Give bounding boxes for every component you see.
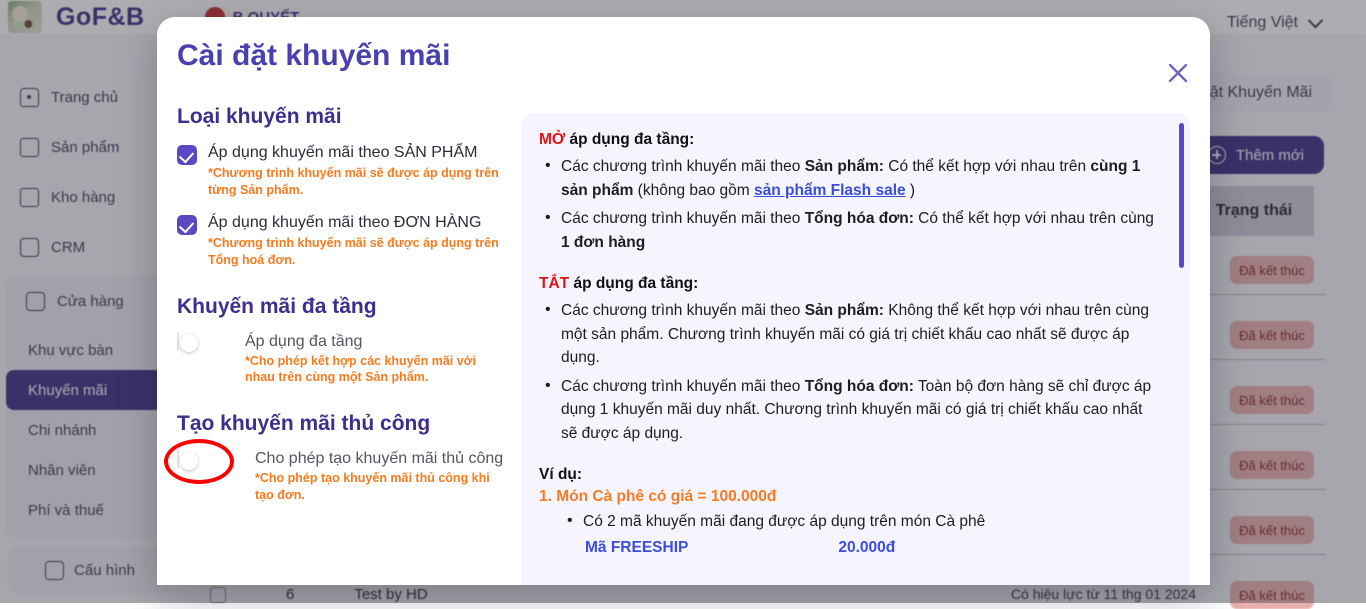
toggle-label: Cho phép tạo khuyến mãi thủ công	[255, 450, 507, 468]
info-panel-scrollbar[interactable]	[1179, 123, 1184, 268]
example-item-1: 1. Món Cà phê có giá = 100.000đ	[539, 488, 1162, 506]
info-text: )	[906, 182, 915, 199]
info-heading-on: MỞ áp dụng đa tầng:	[539, 131, 1162, 149]
settings-column: Loại khuyến mãi Áp dụng khuyến mãi theo …	[177, 105, 507, 504]
info-list-item: Các chương trình khuyến mãi theo Sản phẩ…	[543, 155, 1162, 202]
info-bold-text: Tổng hóa đơn:	[805, 210, 914, 227]
info-text: Các chương trình khuyến mãi theo	[561, 378, 805, 395]
option-label: Áp dụng khuyến mãi theo ĐƠN HÀNG	[208, 214, 481, 231]
spacer	[539, 450, 1162, 466]
info-text: Có thể kết hợp với nhau trên	[884, 158, 1090, 175]
info-heading-on-rest: áp dụng đa tầng:	[565, 131, 694, 148]
info-list-off: Các chương trình khuyến mãi theo Sản phẩ…	[543, 299, 1162, 445]
toggle-note: *Cho phép kết hợp các khuyến mãi với nha…	[245, 353, 507, 387]
checkbox-san-pham[interactable]	[177, 145, 197, 165]
example-value: 20.000đ	[838, 539, 895, 557]
toggle-cho-phep-tao-thu-cong[interactable]	[177, 449, 179, 468]
section-title-tao-khuyen-mai-thu-cong: Tạo khuyến mãi thủ công	[177, 412, 507, 436]
info-list-on: Các chương trình khuyến mãi theo Sản phẩ…	[543, 155, 1162, 254]
highlight-ring-annotation	[164, 439, 234, 484]
option-row-san-pham[interactable]: Áp dụng khuyến mãi theo SẢN PHẨM *Chương…	[177, 143, 507, 199]
info-bold-text: Sản phẩm:	[805, 302, 884, 319]
toggle-knob	[180, 334, 198, 352]
info-heading-off-keyword: TẮT	[539, 275, 569, 292]
info-list-item: Các chương trình khuyến mãi theo Sản phẩ…	[543, 299, 1162, 370]
promotion-settings-modal: Cài đặt khuyến mãi Loại khuyến mãi Áp dụ…	[157, 17, 1210, 585]
example-subitem: Có 2 mã khuyến mãi đang được áp dụng trê…	[565, 510, 1162, 534]
modal-body: Loại khuyến mãi Áp dụng khuyến mãi theo …	[157, 105, 1210, 585]
option-label: Áp dụng khuyến mãi theo SẢN PHẨM	[208, 144, 477, 161]
toggle-row-thu-cong[interactable]: Cho phép tạo khuyến mãi thủ công *Cho ph…	[177, 450, 507, 504]
example-sublist: Có 2 mã khuyến mãi đang được áp dụng trê…	[565, 510, 1162, 534]
info-text: Các chương trình khuyến mãi theo	[561, 210, 805, 227]
info-heading-off: TẮT áp dụng đa tầng:	[539, 275, 1162, 293]
modal-title: Cài đặt khuyến mãi	[177, 39, 450, 73]
toggle-label: Áp dụng đa tầng	[245, 333, 507, 351]
spacer	[539, 259, 1162, 275]
toggle-wrapper	[177, 333, 221, 351]
info-bold-text: Tổng hóa đơn:	[805, 378, 914, 395]
option-note: *Chương trình khuyến mãi sẽ được áp dụng…	[208, 165, 507, 199]
toggle-ap-dung-da-tang[interactable]	[177, 332, 179, 351]
info-panel: MỞ áp dụng đa tầng: Các chương trình khu…	[521, 113, 1190, 585]
toggle-knob	[180, 452, 198, 470]
checkbox-don-hang[interactable]	[177, 215, 197, 235]
info-list-item: Các chương trình khuyến mãi theo Tổng hó…	[543, 375, 1162, 446]
example-code: Mã FREESHIP	[585, 539, 688, 557]
section-title-khuyen-mai-da-tang: Khuyến mãi đa tầng	[177, 295, 507, 319]
flash-sale-link[interactable]: sản phẩm Flash sale	[754, 182, 906, 199]
info-heading-on-keyword: MỞ	[539, 131, 565, 148]
info-list-item: Các chương trình khuyến mãi theo Tổng hó…	[543, 207, 1162, 254]
info-text: (không bao gồm	[633, 182, 754, 199]
toggle-note: *Cho phép tạo khuyến mãi thủ công khi tạ…	[255, 470, 507, 504]
info-bold-text: 1 đơn hàng	[561, 234, 645, 251]
info-text: Có thể kết hợp với nhau trên cùng	[914, 210, 1154, 227]
info-bold-text: Sản phẩm:	[805, 158, 884, 175]
info-text: Các chương trình khuyến mãi theo	[561, 302, 805, 319]
option-note: *Chương trình khuyến mãi sẽ được áp dụng…	[208, 235, 507, 269]
example-heading: Ví dụ:	[539, 466, 1162, 484]
toggle-row-da-tang[interactable]: Áp dụng đa tầng *Cho phép kết hợp các kh…	[177, 333, 507, 387]
option-row-don-hang[interactable]: Áp dụng khuyến mãi theo ĐƠN HÀNG *Chương…	[177, 213, 507, 269]
toggle-wrapper-highlighted	[177, 450, 221, 468]
info-text: Các chương trình khuyến mãi theo	[561, 158, 805, 175]
info-heading-off-rest: áp dụng đa tầng:	[569, 275, 698, 292]
example-cut-line: Mã FREESHIP 20.000đ	[585, 539, 1162, 557]
section-title-loai-khuyen-mai: Loại khuyến mãi	[177, 105, 507, 129]
close-icon[interactable]	[1164, 59, 1192, 87]
